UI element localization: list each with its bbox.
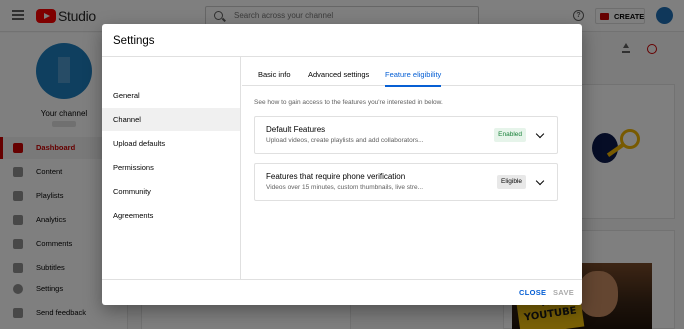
save-button[interactable]: SAVE bbox=[553, 288, 574, 297]
tab-advanced-settings[interactable]: Advanced settings bbox=[308, 57, 369, 86]
feature-card-default[interactable]: Default Features Upload videos, create p… bbox=[254, 116, 558, 154]
feature-description: Upload videos, create playlists and add … bbox=[266, 137, 424, 144]
channel-settings-pane: Basic info Advanced settings Feature eli… bbox=[242, 57, 582, 279]
tab-bar: Basic info Advanced settings Feature eli… bbox=[242, 57, 582, 87]
status-badge: Enabled bbox=[494, 128, 526, 142]
settings-dialog: Settings General Channel Upload defaults… bbox=[102, 24, 582, 305]
close-button[interactable]: CLOSE bbox=[519, 288, 546, 297]
tab-basic-info[interactable]: Basic info bbox=[258, 57, 291, 86]
settings-nav-agreements[interactable]: Agreements bbox=[102, 204, 240, 227]
tab-label: Feature eligibility bbox=[385, 70, 442, 79]
settings-nav-label: Permissions bbox=[113, 163, 154, 172]
settings-nav-label: Agreements bbox=[113, 211, 154, 220]
settings-nav-upload-defaults[interactable]: Upload defaults bbox=[102, 132, 240, 155]
settings-nav-label: Upload defaults bbox=[113, 139, 166, 148]
feature-card-phone-verification[interactable]: Features that require phone verification… bbox=[254, 163, 558, 201]
settings-nav-channel[interactable]: Channel bbox=[102, 108, 240, 131]
status-badge: Eligible bbox=[497, 175, 526, 189]
settings-nav-label: Channel bbox=[113, 115, 141, 124]
feature-description: Videos over 15 minutes, custom thumbnail… bbox=[266, 184, 424, 191]
settings-nav-label: Community bbox=[113, 187, 151, 196]
settings-nav-general[interactable]: General bbox=[102, 84, 240, 107]
chevron-down-icon[interactable] bbox=[535, 176, 545, 186]
tab-label: Basic info bbox=[258, 70, 291, 79]
dialog-title: Settings bbox=[113, 35, 155, 47]
feature-title: Default Features bbox=[266, 125, 326, 134]
chevron-down-icon[interactable] bbox=[535, 129, 545, 139]
tab-label: Advanced settings bbox=[308, 70, 370, 79]
settings-nav-permissions[interactable]: Permissions bbox=[102, 156, 240, 179]
settings-nav-community[interactable]: Community bbox=[102, 180, 240, 203]
divider bbox=[102, 279, 582, 280]
settings-nav-label: General bbox=[113, 91, 140, 100]
feature-title: Features that require phone verification bbox=[266, 172, 406, 181]
feature-eligibility-intro: See how to gain access to the features y… bbox=[254, 99, 443, 106]
tab-feature-eligibility[interactable]: Feature eligibility bbox=[385, 57, 442, 87]
settings-nav: General Channel Upload defaults Permissi… bbox=[102, 57, 241, 279]
